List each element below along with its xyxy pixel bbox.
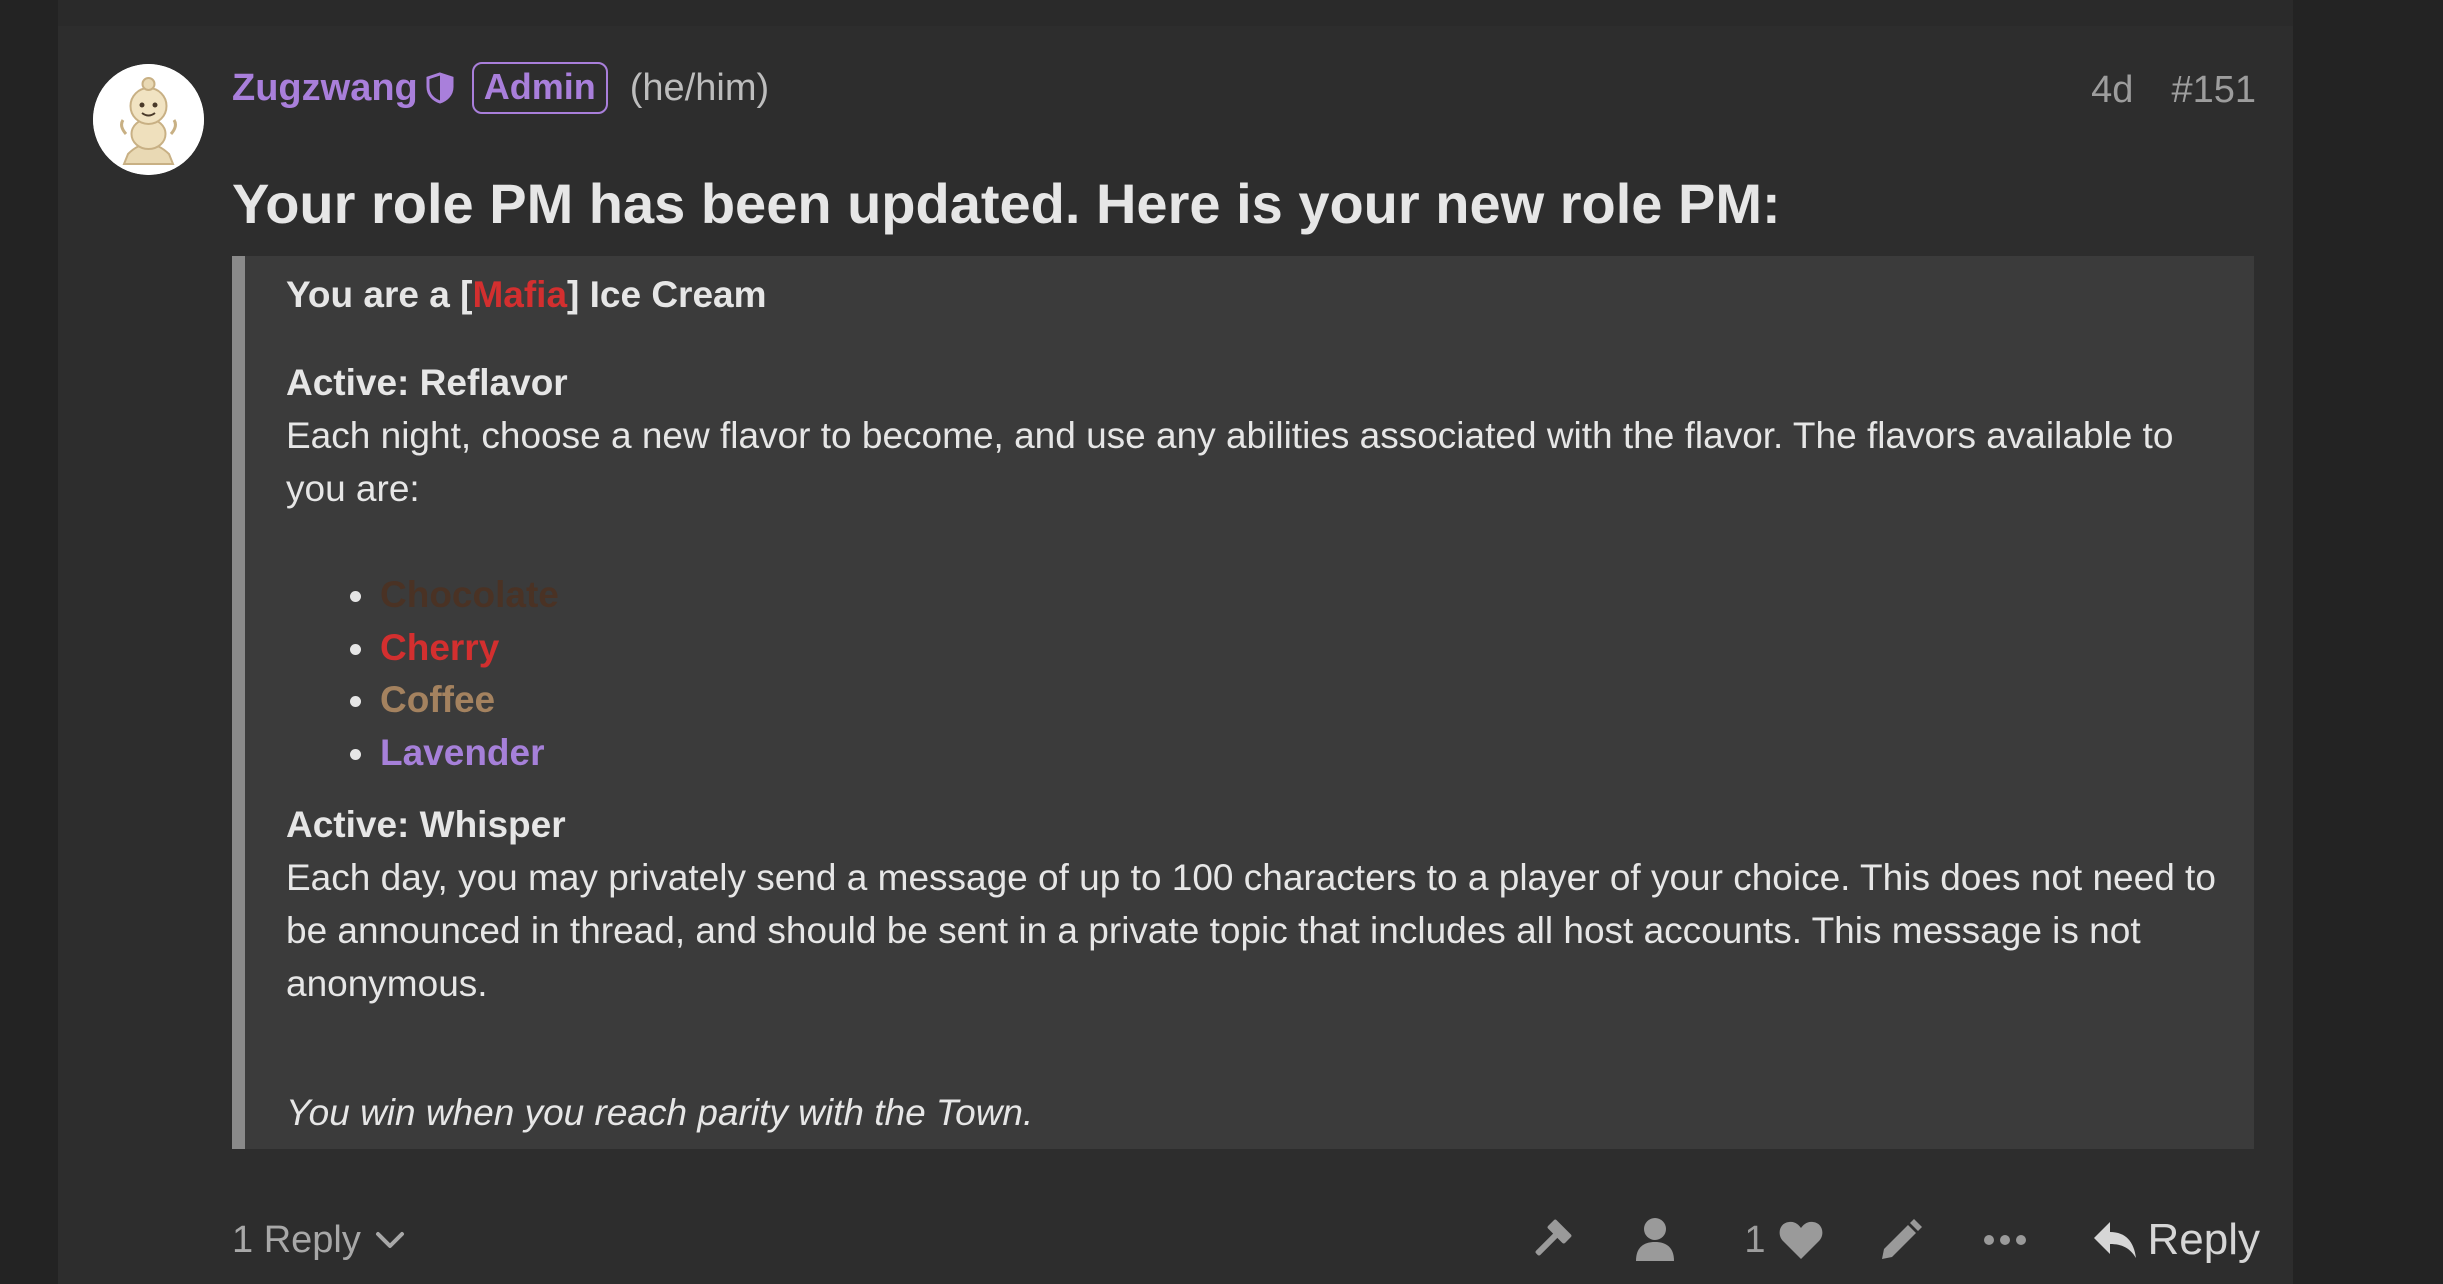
more-actions-button[interactable] xyxy=(1978,1234,2032,1246)
flavor-coffee: Coffee xyxy=(380,679,496,720)
role-intro-suffix: ] Ice Cream xyxy=(567,274,767,315)
like-count: 1 xyxy=(1744,1218,1766,1261)
previous-post-edge xyxy=(58,0,2293,26)
list-item: Cherry xyxy=(286,622,559,675)
flavor-chocolate: Chocolate xyxy=(380,574,559,615)
reply-arrow-icon xyxy=(2093,1222,2136,1258)
pronouns: (he/him) xyxy=(629,66,770,109)
list-item: Coffee xyxy=(286,674,559,727)
flag-button[interactable] xyxy=(1524,1216,1578,1264)
alignment-label: Mafia xyxy=(472,274,568,315)
hammer-icon xyxy=(1535,1219,1572,1256)
post-meta: 4d #151 xyxy=(2091,62,2256,118)
flavor-lavender: Lavender xyxy=(380,731,545,773)
post-author-meta: Zugzwang Admin (he/him) xyxy=(232,60,769,116)
avatar[interactable] xyxy=(93,64,204,175)
heart-icon xyxy=(1779,1221,1822,1259)
role-pm-blockquote: You are a [Mafia] Ice Cream Active: Refl… xyxy=(232,256,2254,1149)
ability-desc-whisper: Each day, you may privately send a messa… xyxy=(286,857,2216,1004)
user-icon xyxy=(1636,1218,1675,1261)
post-controls: 1 Reply 1 Reply xyxy=(58,1196,2293,1284)
edit-button[interactable] xyxy=(1874,1217,1928,1263)
ability-title-whisper: Active: Whisper xyxy=(286,804,566,845)
post-actions: 1 Reply xyxy=(1524,1196,2260,1284)
username[interactable]: Zugzwang xyxy=(232,67,418,110)
assign-user-button[interactable] xyxy=(1628,1217,1682,1263)
like-button[interactable]: 1 xyxy=(1744,1219,1823,1262)
replies-label: 1 Reply xyxy=(232,1218,361,1261)
shield-icon xyxy=(426,72,454,104)
post-number[interactable]: #151 xyxy=(2171,69,2256,112)
pencil-icon xyxy=(1881,1219,1922,1259)
win-condition: You win when you reach parity with the T… xyxy=(286,1092,1034,1133)
ability-desc-reflavor: Each night, choose a new flavor to becom… xyxy=(286,415,2174,509)
ellipsis-icon xyxy=(1983,1235,2026,1245)
admin-badge: Admin xyxy=(471,62,608,114)
forum-post: Zugzwang Admin (he/him) 4d #151 Your rol… xyxy=(58,26,2293,1284)
post-age[interactable]: 4d xyxy=(2091,69,2133,112)
ability-title-reflavor: Active: Reflavor xyxy=(286,362,568,403)
flavor-list: Chocolate Cherry Coffee Lavender xyxy=(286,569,559,779)
chevron-down-icon xyxy=(375,1232,404,1248)
flavor-cherry: Cherry xyxy=(380,626,500,668)
show-replies-button[interactable]: 1 Reply xyxy=(232,1196,405,1284)
reply-label: Reply xyxy=(2147,1215,2261,1264)
reply-button[interactable]: Reply xyxy=(2092,1215,2261,1265)
list-item: Lavender xyxy=(286,727,559,780)
role-intro: You are a [Mafia] Ice Cream xyxy=(286,268,767,321)
post-headline: Your role PM has been updated. Here is y… xyxy=(232,172,1781,235)
role-intro-prefix: You are a [ xyxy=(286,274,473,315)
list-item: Chocolate xyxy=(286,569,559,622)
